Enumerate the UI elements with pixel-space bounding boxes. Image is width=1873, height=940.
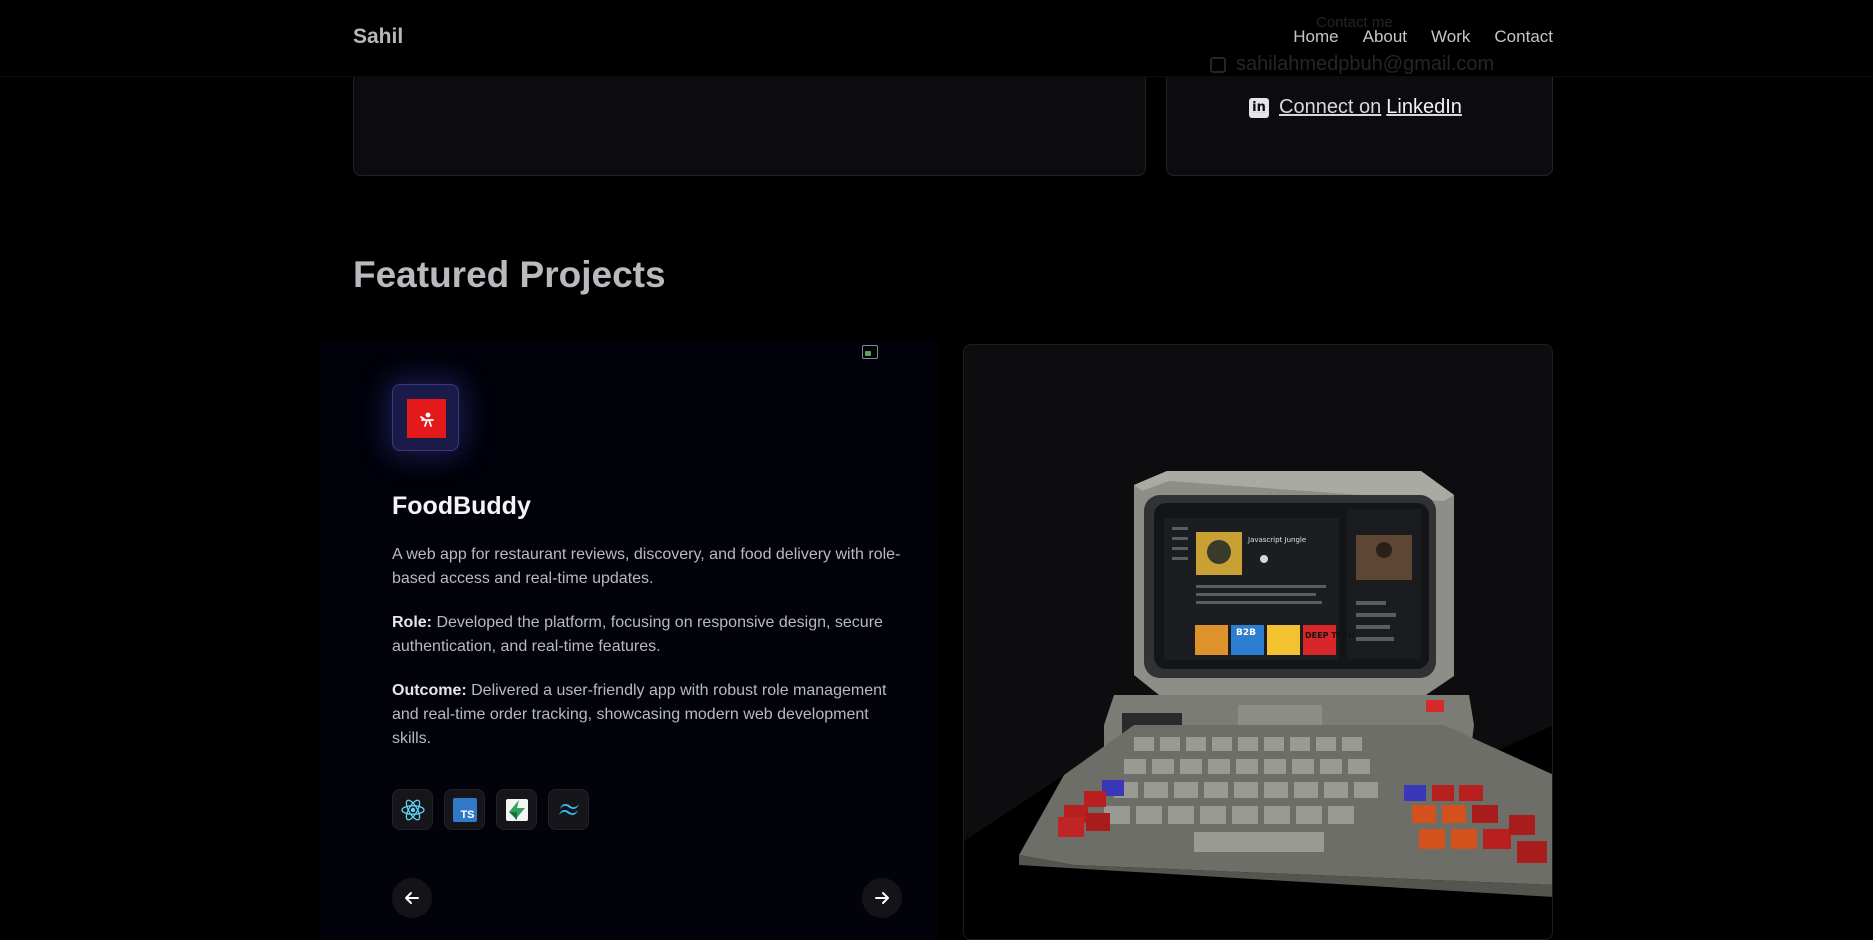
linkedin-link-name: LinkedIn [1386,96,1462,118]
project-role: Role: Developed the platform, focusing o… [392,611,902,659]
react-icon [392,789,433,830]
top-navigation-bar: Sahil Home About Work Contact [0,0,1873,77]
section-title: Featured Projects [353,254,666,295]
outcome-label: Outcome: [392,682,467,699]
tailwind-icon [548,789,589,830]
role-text: Developed the platform, focusing on resp… [392,614,883,655]
nav-work-link[interactable]: Work [1431,27,1470,47]
project-title: FoodBuddy [392,492,531,520]
typescript-icon: TS [444,789,485,830]
nav-contact-link[interactable]: Contact [1494,27,1553,47]
arrow-right-icon [875,892,889,904]
foodbuddy-logo-icon [407,399,446,438]
retro-computer-illustration: Javascript Jungle B2B DEEP TECH [964,471,1552,939]
screen-tile-deeptech: DEEP TECH [1305,631,1355,640]
arrow-left-icon [405,892,419,904]
contact-heading: Contact me [1316,14,1393,31]
next-project-button[interactable] [862,878,902,918]
role-label: Role: [392,614,432,631]
broken-image-icon [862,345,878,359]
contact-email-text: sahilahmedpbuh@gmail.com [1236,53,1495,75]
linkedin-icon: in [1249,97,1269,118]
typescript-label: TS [452,797,477,822]
linkedin-link-prefix: Connect on [1279,96,1382,118]
project-description: A web app for restaurant reviews, discov… [392,546,901,587]
tech-stack: TS [392,789,589,830]
brand-logo-text[interactable]: Sahil [353,25,403,49]
linkedin-link[interactable]: in Connect on LinkedIn [1249,96,1462,119]
contact-email[interactable]: sahilahmedpbuh@gmail.com [1210,53,1494,76]
screen-tile-b2b: B2B [1236,628,1256,638]
project-outcome: Outcome: Delivered a user-friendly app w… [392,679,902,751]
outcome-text: Delivered a user-friendly app with robus… [392,682,887,747]
screen-app-name: Javascript Jungle [1247,536,1306,544]
project-logo [392,384,459,451]
previous-project-button[interactable] [392,878,432,918]
copy-icon[interactable] [1210,56,1226,73]
supabase-icon [496,789,537,830]
project-3d-preview[interactable]: Javascript Jungle B2B DEEP TECH [963,344,1553,940]
